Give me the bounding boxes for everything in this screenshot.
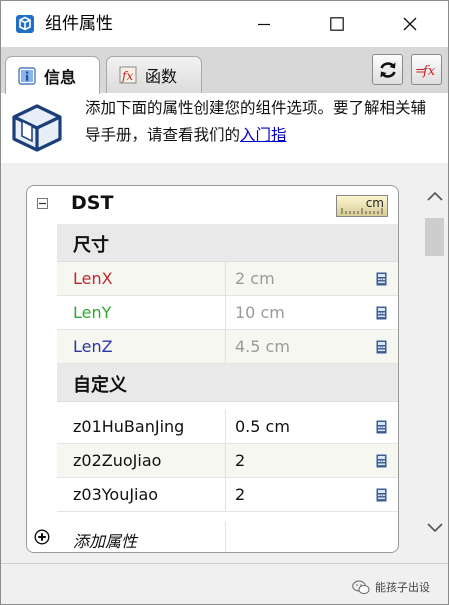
- section-dimensions: 尺寸: [57, 224, 398, 262]
- attribute-row[interactable]: z01HuBanJing 0.5 cm: [57, 410, 398, 444]
- minimize-button[interactable]: [241, 1, 287, 47]
- attribute-value[interactable]: 2: [235, 451, 245, 470]
- attribute-row[interactable]: LenZ 4.5 cm: [57, 330, 398, 364]
- unit-selector[interactable]: cm: [336, 195, 388, 217]
- banner-message: 添加下面的属性创建您的组件选项。要了解相关辅导手册，请查看我们的入门指: [85, 95, 437, 149]
- function-icon: fx: [119, 66, 137, 84]
- ruler-icon: [341, 208, 383, 214]
- close-icon: [403, 17, 417, 31]
- tab-info-label: 信息: [44, 67, 77, 87]
- calculator-icon[interactable]: [376, 340, 387, 354]
- minimize-icon: [258, 23, 270, 26]
- chevron-up-icon: [426, 191, 443, 201]
- window-title: 组件属性: [45, 14, 113, 34]
- maximize-button[interactable]: [314, 1, 360, 47]
- component-name: DST: [71, 192, 114, 214]
- section-custom: 自定义: [57, 364, 398, 402]
- wechat-icon: [352, 580, 370, 594]
- title-bar[interactable]: 组件属性: [1, 1, 448, 47]
- tab-info[interactable]: 信息: [5, 56, 100, 94]
- add-circle-icon[interactable]: [34, 529, 50, 545]
- vertical-scrollbar[interactable]: [421, 163, 448, 563]
- component-cube-icon: [12, 104, 62, 152]
- minus-icon: [39, 202, 46, 205]
- watermark-text: 能孩子出设: [375, 581, 430, 594]
- component-header: DST cm: [27, 186, 398, 224]
- collapse-toggle[interactable]: [37, 198, 48, 209]
- attribute-name: z03YouJiao: [73, 485, 159, 504]
- chevron-down-icon: [426, 523, 443, 533]
- tab-functions[interactable]: fx 函数: [106, 56, 202, 93]
- scroll-up-button[interactable]: [421, 181, 448, 211]
- info-banner: 添加下面的属性创建您的组件选项。要了解相关辅导手册，请查看我们的入门指: [1, 93, 448, 163]
- formula-icon: = fx: [415, 64, 436, 79]
- attribute-value[interactable]: 2 cm: [235, 269, 275, 288]
- info-icon: [18, 66, 36, 85]
- component-panel: DST cm 尺寸 LenX 2 cm LenY 10 cm LenZ 4.5 …: [26, 185, 399, 553]
- calculator-icon[interactable]: [376, 488, 387, 502]
- attribute-value[interactable]: 0.5 cm: [235, 417, 290, 436]
- sketchup-component-icon: [16, 15, 34, 33]
- component-attributes-window: 组件属性 信息 fx 函数 = fx 添加下面的属性创建您的组件选项。要了解相关…: [0, 0, 449, 605]
- section-title: 尺寸: [73, 235, 109, 256]
- tab-functions-label: 函数: [145, 67, 178, 86]
- attribute-value[interactable]: 2: [235, 485, 245, 504]
- refresh-icon: [379, 61, 396, 78]
- add-attribute-label[interactable]: 添加属性: [73, 528, 137, 552]
- formula-button[interactable]: = fx: [411, 54, 442, 85]
- tab-strip: 信息 fx 函数 = fx: [1, 47, 448, 94]
- attribute-row[interactable]: LenX 2 cm: [57, 262, 398, 296]
- attribute-row[interactable]: z02ZuoJiao 2: [57, 444, 398, 478]
- attribute-name: z02ZuoJiao: [73, 451, 162, 470]
- attribute-row[interactable]: z03YouJiao 2: [57, 478, 398, 512]
- calculator-icon[interactable]: [376, 272, 387, 286]
- getting-started-link[interactable]: 入门指: [240, 126, 287, 144]
- scroll-down-button[interactable]: [421, 513, 448, 543]
- scroll-thumb[interactable]: [425, 218, 444, 256]
- section-title: 自定义: [73, 375, 127, 396]
- calculator-icon[interactable]: [376, 420, 387, 434]
- attribute-row[interactable]: LenY 10 cm: [57, 296, 398, 330]
- add-attribute-row[interactable]: 添加属性: [27, 522, 398, 552]
- svg-text:fx: fx: [121, 69, 133, 83]
- attribute-name: LenX: [73, 269, 113, 288]
- status-bar: 能孩子出设: [1, 563, 448, 604]
- close-button[interactable]: [387, 1, 433, 47]
- watermark: 能孩子出设: [352, 579, 430, 595]
- attribute-value[interactable]: 10 cm: [235, 303, 285, 322]
- refresh-button[interactable]: [372, 54, 403, 85]
- row-gutter: [27, 224, 57, 552]
- maximize-icon: [330, 17, 344, 31]
- content-area: DST cm 尺寸 LenX 2 cm LenY 10 cm LenZ 4.5 …: [1, 163, 448, 563]
- calculator-icon[interactable]: [376, 454, 387, 468]
- attribute-name: LenY: [73, 303, 112, 322]
- attribute-name: z01HuBanJing: [73, 417, 185, 436]
- attribute-name: LenZ: [73, 337, 113, 356]
- calculator-icon[interactable]: [376, 306, 387, 320]
- attribute-value[interactable]: 4.5 cm: [235, 337, 290, 356]
- svg-text:fx: fx: [422, 64, 436, 79]
